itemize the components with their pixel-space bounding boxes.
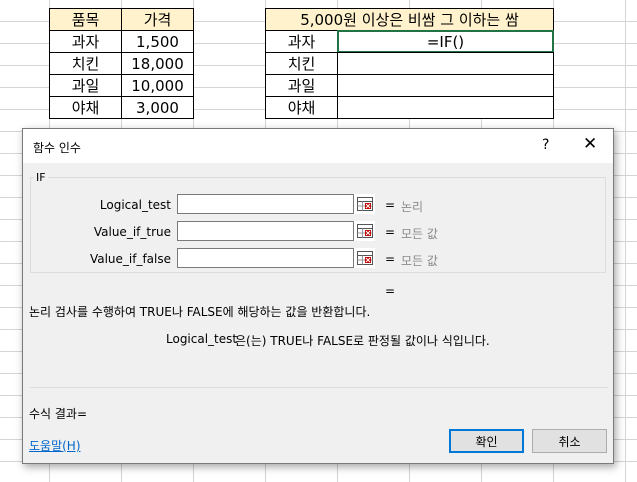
table2-header[interactable]: 5,000원 이상은 비쌈 그 이하는 쌈 [265,8,554,31]
help-link[interactable]: 도움말(H) [29,437,81,454]
function-name-label: IF [34,171,48,184]
table1-item-cell[interactable]: 야채 [49,96,122,119]
table2-item-cell[interactable]: 과자 [265,30,338,53]
function-arguments-dialog: 함수 인수 ? ✕ IF Logical_test = 논리 Value_if_… [22,128,614,464]
formula-result-label: 수식 결과= [29,407,88,421]
table2-result-cell[interactable] [337,74,554,97]
table2-result-cell[interactable] [337,52,554,75]
arg-description-name: Logical_test [166,332,238,346]
collapse-dialog-button[interactable] [353,221,375,241]
value-if-false-input[interactable] [177,248,375,268]
arg-equals: = [385,225,396,239]
divider [30,387,608,388]
table2-result-cell[interactable] [337,96,554,119]
table1-item-cell[interactable]: 치킨 [49,52,122,75]
help-question-button[interactable]: ? [542,137,549,153]
close-icon[interactable]: ✕ [583,134,597,154]
cancel-button[interactable]: 취소 [532,429,607,453]
table2-item-cell[interactable]: 과일 [265,74,338,97]
value-if-true-input[interactable] [177,221,375,241]
table1-price-cell[interactable]: 1,500 [121,30,194,53]
function-description: 논리 검사를 수행하여 TRUE나 FALSE에 해당하는 값을 반환합니다. [29,305,371,319]
logical-test-input[interactable] [177,194,375,214]
arg-label-value-if-true: Value_if_true [93,225,171,239]
table1-header-price[interactable]: 가격 [121,8,194,31]
table1-price-cell[interactable]: 3,000 [121,96,194,119]
range-select-icon [356,251,373,265]
active-formula-cell[interactable]: =IF() [337,30,554,53]
table1-price-cell[interactable]: 18,000 [121,52,194,75]
arg-result-value-if-true: 모든 값 [401,227,438,241]
arg-label-value-if-false: Value_if_false [89,252,171,266]
arg-label-logical-test: Logical_test [99,198,171,212]
table1-header-item[interactable]: 품목 [49,8,122,31]
table1-item-cell[interactable]: 과자 [49,30,122,53]
arg-result-logical-test: 논리 [401,200,424,214]
range-select-icon [356,224,373,238]
table2-item-cell[interactable]: 치킨 [265,52,338,75]
dialog-titlebar[interactable]: 함수 인수 ? ✕ [23,129,613,163]
arg-description-text: 은(는) TRUE나 FALSE로 판정될 값이나 식입니다. [235,334,490,348]
arg-result-value-if-false: 모든 값 [401,254,438,268]
ok-button[interactable]: 확인 [449,429,524,453]
arg-equals: = [385,198,396,212]
overall-equals: = [385,284,396,298]
collapse-dialog-button[interactable] [353,194,375,214]
table1-price-cell[interactable]: 10,000 [121,74,194,97]
range-select-icon [356,197,373,211]
arg-equals: = [385,252,396,266]
table1-item-cell[interactable]: 과일 [49,74,122,97]
collapse-dialog-button[interactable] [353,248,375,268]
table2-item-cell[interactable]: 야채 [265,96,338,119]
dialog-title: 함수 인수 [33,141,81,155]
